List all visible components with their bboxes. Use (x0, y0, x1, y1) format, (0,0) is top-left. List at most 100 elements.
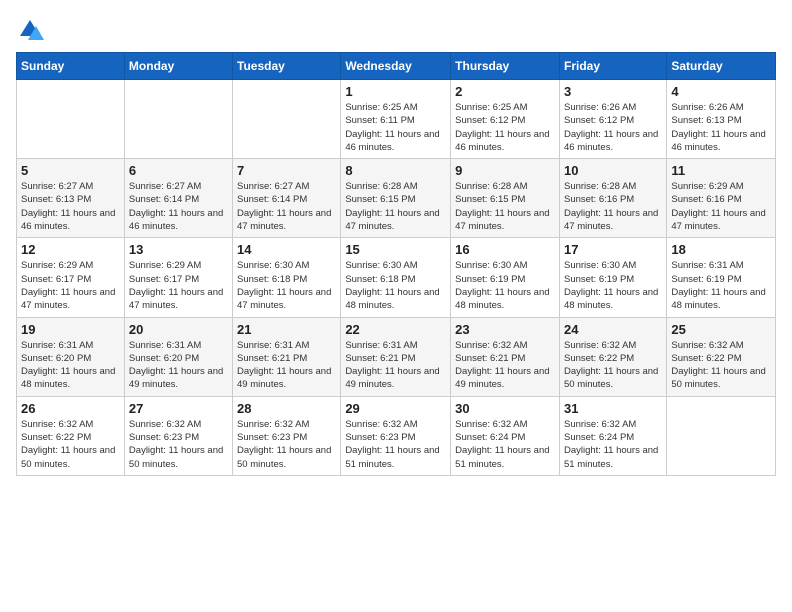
day-info: Sunrise: 6:27 AM Sunset: 6:14 PM Dayligh… (237, 180, 336, 233)
calendar-cell: 16 Sunrise: 6:30 AM Sunset: 6:19 PM Dayli… (451, 238, 560, 317)
calendar-cell: 28 Sunrise: 6:32 AM Sunset: 6:23 PM Dayli… (233, 396, 341, 475)
calendar-cell: 13 Sunrise: 6:29 AM Sunset: 6:17 PM Dayli… (124, 238, 232, 317)
day-info: Sunrise: 6:32 AM Sunset: 6:22 PM Dayligh… (21, 418, 120, 471)
day-number: 19 (21, 322, 120, 337)
calendar-cell: 2 Sunrise: 6:25 AM Sunset: 6:12 PM Daylig… (451, 80, 560, 159)
calendar-cell: 18Sunrise: 6:31 AM Sunset: 6:19 PM Dayli… (667, 238, 776, 317)
calendar-cell: 21 Sunrise: 6:31 AM Sunset: 6:21 PM Dayli… (233, 317, 341, 396)
day-info: Sunrise: 6:29 AM Sunset: 6:17 PM Dayligh… (129, 259, 228, 312)
calendar-cell: 4 Sunrise: 6:26 AM Sunset: 6:13 PM Daylig… (667, 80, 776, 159)
weekday-header-thursday: Thursday (451, 53, 560, 80)
day-info: Sunrise: 6:32 AM Sunset: 6:22 PM Dayligh… (671, 339, 771, 392)
day-number: 24 (564, 322, 662, 337)
day-info: Sunrise: 6:32 AM Sunset: 6:22 PM Dayligh… (564, 339, 662, 392)
logo-icon (16, 16, 44, 44)
day-info: Sunrise: 6:31 AM Sunset: 6:21 PM Dayligh… (345, 339, 446, 392)
calendar-cell (667, 396, 776, 475)
day-info: Sunrise: 6:26 AM Sunset: 6:12 PM Dayligh… (564, 101, 662, 154)
calendar-cell: 5 Sunrise: 6:27 AM Sunset: 6:13 PM Daylig… (17, 159, 125, 238)
day-number: 30 (455, 401, 555, 416)
calendar-cell: 23Sunrise: 6:32 AM Sunset: 6:21 PM Dayli… (451, 317, 560, 396)
logo (16, 16, 48, 44)
day-number: 22 (345, 322, 446, 337)
day-number: 23 (455, 322, 555, 337)
day-number: 10 (564, 163, 662, 178)
day-number: 5 (21, 163, 120, 178)
calendar-cell: 12 Sunrise: 6:29 AM Sunset: 6:17 PM Dayli… (17, 238, 125, 317)
day-number: 18 (671, 242, 771, 257)
day-number: 15 (345, 242, 446, 257)
day-info: Sunrise: 6:30 AM Sunset: 6:19 PM Dayligh… (455, 259, 555, 312)
calendar-week-5: 26Sunrise: 6:32 AM Sunset: 6:22 PM Dayli… (17, 396, 776, 475)
calendar-cell: 9 Sunrise: 6:28 AM Sunset: 6:15 PM Daylig… (451, 159, 560, 238)
calendar-cell: 26Sunrise: 6:32 AM Sunset: 6:22 PM Dayli… (17, 396, 125, 475)
day-number: 8 (345, 163, 446, 178)
calendar-cell (17, 80, 125, 159)
day-number: 13 (129, 242, 228, 257)
day-info: Sunrise: 6:28 AM Sunset: 6:15 PM Dayligh… (345, 180, 446, 233)
day-info: Sunrise: 6:30 AM Sunset: 6:18 PM Dayligh… (237, 259, 336, 312)
page-header (16, 16, 776, 44)
day-info: Sunrise: 6:32 AM Sunset: 6:23 PM Dayligh… (237, 418, 336, 471)
calendar-cell (233, 80, 341, 159)
day-info: Sunrise: 6:30 AM Sunset: 6:19 PM Dayligh… (564, 259, 662, 312)
calendar-cell: 22 Sunrise: 6:31 AM Sunset: 6:21 PM Dayli… (341, 317, 451, 396)
calendar-cell: 7Sunrise: 6:27 AM Sunset: 6:14 PM Daylig… (233, 159, 341, 238)
day-info: Sunrise: 6:31 AM Sunset: 6:21 PM Dayligh… (237, 339, 336, 392)
day-info: Sunrise: 6:31 AM Sunset: 6:20 PM Dayligh… (21, 339, 120, 392)
calendar-table: SundayMondayTuesdayWednesdayThursdayFrid… (16, 52, 776, 476)
calendar-cell: 29 Sunrise: 6:32 AM Sunset: 6:23 PM Dayli… (341, 396, 451, 475)
day-number: 17 (564, 242, 662, 257)
day-info: Sunrise: 6:28 AM Sunset: 6:15 PM Dayligh… (455, 180, 555, 233)
day-info: Sunrise: 6:29 AM Sunset: 6:16 PM Dayligh… (671, 180, 771, 233)
calendar-cell: 17 Sunrise: 6:30 AM Sunset: 6:19 PM Dayli… (559, 238, 666, 317)
day-number: 20 (129, 322, 228, 337)
day-number: 25 (671, 322, 771, 337)
calendar-cell: 19 Sunrise: 6:31 AM Sunset: 6:20 PM Dayli… (17, 317, 125, 396)
calendar-week-1: 1 Sunrise: 6:25 AM Sunset: 6:11 PM Daylig… (17, 80, 776, 159)
calendar-cell: 31Sunrise: 6:32 AM Sunset: 6:24 PM Dayli… (559, 396, 666, 475)
calendar-cell: 1 Sunrise: 6:25 AM Sunset: 6:11 PM Daylig… (341, 80, 451, 159)
day-info: Sunrise: 6:32 AM Sunset: 6:24 PM Dayligh… (564, 418, 662, 471)
day-number: 16 (455, 242, 555, 257)
calendar-cell: 24 Sunrise: 6:32 AM Sunset: 6:22 PM Dayli… (559, 317, 666, 396)
day-info: Sunrise: 6:26 AM Sunset: 6:13 PM Dayligh… (671, 101, 771, 154)
day-number: 11 (671, 163, 771, 178)
calendar-week-2: 5 Sunrise: 6:27 AM Sunset: 6:13 PM Daylig… (17, 159, 776, 238)
day-number: 21 (237, 322, 336, 337)
calendar-cell: 27Sunrise: 6:32 AM Sunset: 6:23 PM Dayli… (124, 396, 232, 475)
calendar-cell: 15 Sunrise: 6:30 AM Sunset: 6:18 PM Dayli… (341, 238, 451, 317)
calendar-cell: 3 Sunrise: 6:26 AM Sunset: 6:12 PM Daylig… (559, 80, 666, 159)
day-number: 4 (671, 84, 771, 99)
day-info: Sunrise: 6:29 AM Sunset: 6:17 PM Dayligh… (21, 259, 120, 312)
calendar-cell: 30 Sunrise: 6:32 AM Sunset: 6:24 PM Dayli… (451, 396, 560, 475)
weekday-header-row: SundayMondayTuesdayWednesdayThursdayFrid… (17, 53, 776, 80)
calendar-cell: 8 Sunrise: 6:28 AM Sunset: 6:15 PM Daylig… (341, 159, 451, 238)
weekday-header-wednesday: Wednesday (341, 53, 451, 80)
day-number: 14 (237, 242, 336, 257)
day-info: Sunrise: 6:30 AM Sunset: 6:18 PM Dayligh… (345, 259, 446, 312)
day-number: 9 (455, 163, 555, 178)
day-number: 3 (564, 84, 662, 99)
day-number: 29 (345, 401, 446, 416)
calendar-cell: 20 Sunrise: 6:31 AM Sunset: 6:20 PM Dayli… (124, 317, 232, 396)
calendar-week-4: 19 Sunrise: 6:31 AM Sunset: 6:20 PM Dayli… (17, 317, 776, 396)
day-info: Sunrise: 6:32 AM Sunset: 6:24 PM Dayligh… (455, 418, 555, 471)
day-info: Sunrise: 6:32 AM Sunset: 6:23 PM Dayligh… (129, 418, 228, 471)
day-info: Sunrise: 6:31 AM Sunset: 6:20 PM Dayligh… (129, 339, 228, 392)
calendar-cell: 6Sunrise: 6:27 AM Sunset: 6:14 PM Daylig… (124, 159, 232, 238)
day-info: Sunrise: 6:25 AM Sunset: 6:12 PM Dayligh… (455, 101, 555, 154)
day-number: 28 (237, 401, 336, 416)
day-number: 6 (129, 163, 228, 178)
calendar-cell (124, 80, 232, 159)
day-number: 1 (345, 84, 446, 99)
day-info: Sunrise: 6:27 AM Sunset: 6:13 PM Dayligh… (21, 180, 120, 233)
day-info: Sunrise: 6:28 AM Sunset: 6:16 PM Dayligh… (564, 180, 662, 233)
calendar-cell: 10 Sunrise: 6:28 AM Sunset: 6:16 PM Dayli… (559, 159, 666, 238)
calendar-cell: 25 Sunrise: 6:32 AM Sunset: 6:22 PM Dayli… (667, 317, 776, 396)
weekday-header-monday: Monday (124, 53, 232, 80)
day-number: 2 (455, 84, 555, 99)
day-number: 12 (21, 242, 120, 257)
day-info: Sunrise: 6:25 AM Sunset: 6:11 PM Dayligh… (345, 101, 446, 154)
day-info: Sunrise: 6:32 AM Sunset: 6:23 PM Dayligh… (345, 418, 446, 471)
